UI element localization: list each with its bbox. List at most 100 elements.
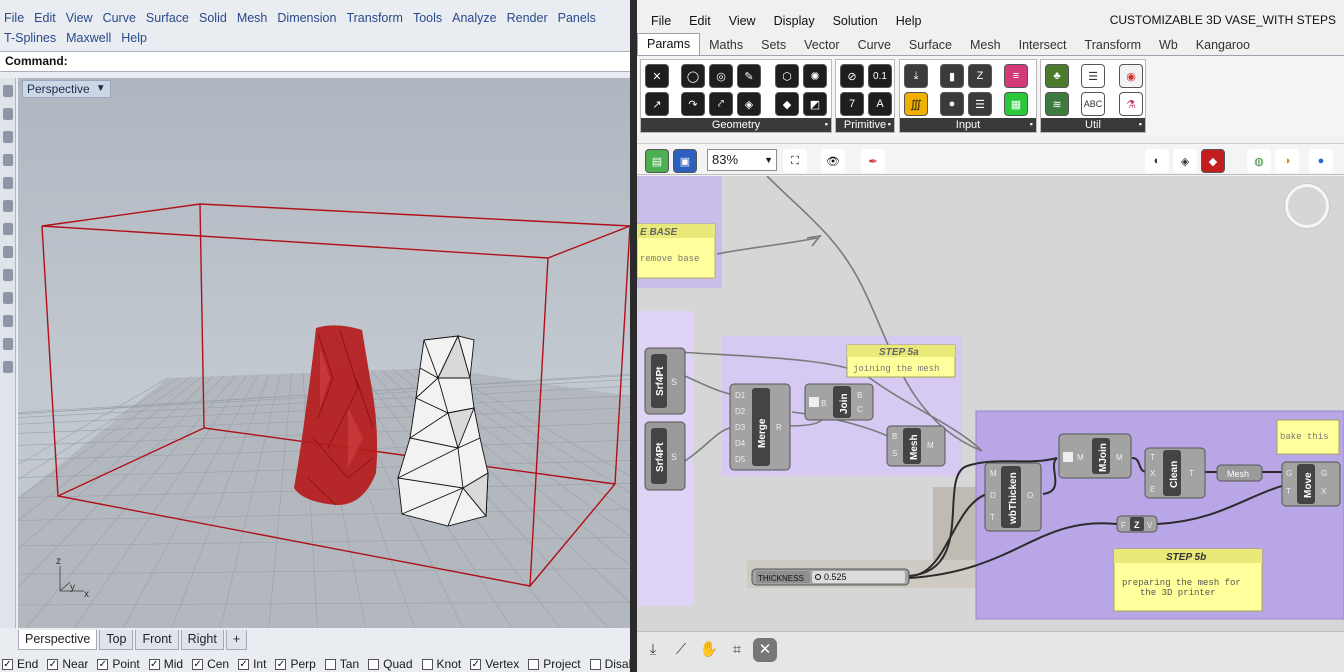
gh-menu-edit[interactable]: Edit (689, 14, 711, 28)
osnap-tan[interactable]: Tan (324, 657, 359, 671)
rhino-menu-dimension[interactable]: Dimension (277, 11, 336, 25)
component-srf4pt-1[interactable]: Srf4Pt S (644, 347, 686, 415)
tab-vector[interactable]: Vector (795, 35, 848, 55)
swatch-icon[interactable]: ▦ (1004, 92, 1028, 116)
tool-icon[interactable] (3, 108, 13, 120)
expand-icon[interactable]: ▪ (888, 117, 891, 131)
text-param-icon[interactable]: A (868, 92, 892, 116)
osnap-checkbox[interactable]: ✓ (47, 658, 59, 670)
tool-icon[interactable] (3, 361, 13, 373)
expand-icon[interactable]: ▪ (825, 117, 828, 131)
rhino-menu-render[interactable]: Render (507, 11, 548, 25)
osnap-point[interactable]: ✓ Point (97, 657, 140, 671)
osnap-perp[interactable]: ✓ Perp (275, 657, 316, 671)
rhino-menu-tools[interactable]: Tools (413, 11, 442, 25)
rhino-menu-view[interactable]: View (66, 11, 93, 25)
tab-top[interactable]: Top (99, 630, 134, 650)
tool-icon[interactable] (3, 200, 13, 212)
display-sphere-icon[interactable]: ● (1309, 149, 1333, 173)
osnap-quad[interactable]: Quad (368, 657, 413, 671)
gradient-icon[interactable]: ≡ (1004, 64, 1028, 88)
brep-param-icon[interactable]: ✺ (803, 64, 827, 88)
mesh-param-icon[interactable]: ◆ (775, 92, 799, 116)
tool-icon[interactable] (3, 338, 13, 350)
tool-icon[interactable] (3, 131, 13, 143)
sketch-icon[interactable]: ✒ (861, 149, 885, 173)
geometry-param-icon[interactable]: ◩ (803, 92, 827, 116)
surface-param-icon[interactable]: ◈ (737, 92, 761, 116)
rhino-menu-panels[interactable]: Panels (558, 11, 596, 25)
tool-icon[interactable] (3, 177, 13, 189)
tab-surface[interactable]: Surface (900, 35, 961, 55)
osnap-checkbox[interactable]: ✓ (2, 658, 13, 670)
tool-icon[interactable] (3, 315, 13, 327)
tool-icon[interactable] (3, 269, 13, 281)
point-param-icon[interactable]: ✕ (645, 64, 669, 88)
arc-param-icon[interactable]: ◎ (709, 64, 733, 88)
curve-param-icon[interactable]: ✎ (737, 64, 761, 88)
osnap-checkbox[interactable]: ✓ (275, 658, 287, 670)
note-step5a[interactable]: STEP 5a joining the mesh (846, 344, 956, 378)
tab-maths[interactable]: Maths (700, 35, 752, 55)
gh-canvas[interactable]: E BASE remove base Srf4Pt S Srf4Pt S Mer… (637, 176, 1344, 631)
thickness-slider[interactable]: THICKNESS 0.525 (751, 568, 910, 586)
osnap-checkbox[interactable]: ✓ (97, 658, 109, 670)
chart-icon[interactable]: ≋ (1045, 92, 1069, 116)
component-join[interactable]: Join B B C (804, 383, 874, 421)
expand-icon[interactable]: ▪ (1030, 117, 1033, 131)
component-srf4pt-2[interactable]: Srf4Pt S (644, 421, 686, 491)
preview-eye-icon[interactable]: 👁 (821, 149, 845, 173)
line-param-icon[interactable]: ↷ (681, 92, 705, 116)
chevron-down-icon[interactable]: ▼ (96, 81, 106, 97)
hand-icon[interactable]: ✋ (697, 638, 721, 662)
rhino-menu-edit[interactable]: Edit (34, 11, 56, 25)
component-mesh[interactable]: Mesh B S M (886, 425, 946, 467)
note-step5b[interactable]: STEP 5b preparing the mesh for the 3D pr… (1113, 548, 1263, 612)
number-param-icon[interactable]: 7 (840, 92, 864, 116)
osnap-vertex[interactable]: ✓ Vertex (470, 657, 519, 671)
script-icon[interactable]: Z (968, 64, 992, 88)
rhino-menu-help[interactable]: Help (121, 31, 147, 45)
osnap-checkbox[interactable]: ✓ (470, 658, 482, 670)
gh-menu-display[interactable]: Display (774, 14, 815, 28)
tab-front[interactable]: Front (135, 630, 179, 650)
polyline-param-icon[interactable]: ⤤ (709, 92, 733, 116)
tab-intersect[interactable]: Intersect (1010, 35, 1076, 55)
download-icon[interactable]: ⤓ (904, 64, 928, 88)
download-icon[interactable]: ⤓ (641, 638, 665, 662)
tool-icon[interactable] (3, 223, 13, 235)
preview-mode-icon[interactable]: ◑ (1275, 149, 1299, 173)
box-param-icon[interactable]: ⬡ (775, 64, 799, 88)
tab-kangaroo[interactable]: Kangaroo (1187, 35, 1259, 55)
graph-mapper-icon[interactable]: ∭ (904, 92, 928, 116)
osnap-checkbox[interactable] (528, 658, 540, 670)
vector-param-icon[interactable]: ↗ (645, 92, 669, 116)
component-move[interactable]: Move G T G X (1281, 461, 1341, 507)
preview-selected-icon[interactable]: ◆ (1201, 149, 1225, 173)
open-file-icon[interactable]: ▤ (645, 149, 669, 173)
rhino-menu-transform[interactable]: Transform (346, 11, 403, 25)
osnap-end[interactable]: ✓ End (2, 657, 38, 671)
note-bake[interactable]: bake this (1276, 419, 1340, 455)
component-z[interactable]: F Z V (1116, 515, 1158, 533)
expand-icon[interactable]: ▪ (1139, 117, 1142, 131)
save-file-icon[interactable]: ▣ (673, 149, 697, 173)
component-clean[interactable]: Clean T X E T (1144, 447, 1206, 499)
rhino-menu-surface[interactable]: Surface (146, 11, 189, 25)
rhino-menu-t-splines[interactable]: T-Splines (4, 31, 56, 45)
tool-icon[interactable] (3, 292, 13, 304)
osnap-mid[interactable]: ✓ Mid (148, 657, 183, 671)
navigation-compass[interactable] (1285, 184, 1329, 228)
preview-wire-icon[interactable]: ◐ (1145, 149, 1169, 173)
value-list-icon[interactable]: ☰ (968, 92, 992, 116)
rhino-menu-curve[interactable]: Curve (103, 11, 136, 25)
component-mjoin[interactable]: MJoin M M (1058, 433, 1132, 479)
osnap-near[interactable]: ✓ Near (47, 657, 88, 671)
osnap-checkbox[interactable] (324, 658, 336, 670)
rhino-menu-solid[interactable]: Solid (199, 11, 227, 25)
osnap-checkbox[interactable] (589, 658, 601, 670)
osnap-checkbox[interactable] (421, 658, 433, 670)
zoom-dropdown[interactable]: 83% ▼ (707, 149, 777, 171)
panel-note-icon[interactable]: ☰ (1081, 64, 1105, 88)
gh-menu-file[interactable]: File (651, 14, 671, 28)
